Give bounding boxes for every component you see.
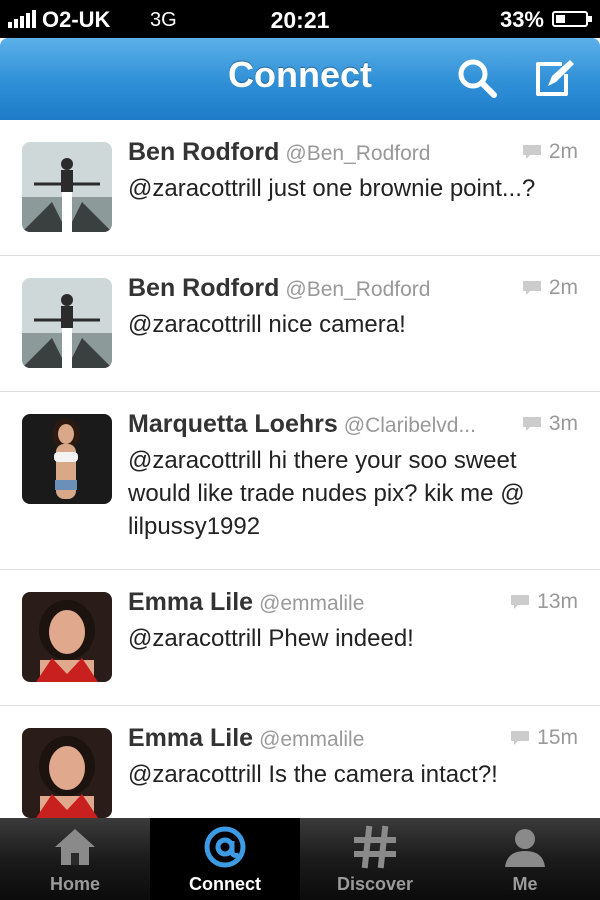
user-handle[interactable]: @emmalile — [259, 728, 364, 751]
tweet-time: 13m — [503, 590, 578, 614]
avatar[interactable] — [22, 728, 112, 818]
tab-discover[interactable]: Discover — [300, 818, 450, 900]
tweet-header: Emma Lile @emmalile 13m — [128, 588, 578, 620]
timestamp: 13m — [537, 590, 578, 613]
conversation-bubble-icon — [511, 595, 530, 609]
user-handle[interactable]: @Ben_Rodford — [285, 142, 430, 165]
person-icon — [505, 829, 545, 867]
conversation-bubble-icon — [522, 145, 541, 159]
tweet-text: @zaracottrill Phew indeed! — [128, 625, 414, 652]
timestamp: 15m — [537, 726, 578, 749]
tweet-header: Ben Rodford @Ben_Rodford 2m — [128, 138, 578, 170]
tweet-item[interactable]: Marquetta Loehrs @Claribelvd... 3m @zarac… — [0, 392, 600, 570]
tab-me[interactable]: Me — [450, 818, 600, 900]
status-bar: O2-UK 3G 20:21 33% — [0, 0, 600, 38]
tweet-item[interactable]: Ben Rodford @Ben_Rodford 2m @zaracottrill… — [0, 120, 600, 256]
battery-icon — [552, 11, 592, 27]
conversation-bubble-icon — [522, 417, 541, 431]
tab-label: Home — [49, 874, 100, 894]
tweet-header: Marquetta Loehrs @Claribelvd... 3m — [128, 410, 578, 442]
avatar[interactable] — [22, 278, 112, 368]
user-handle[interactable]: @Ben_Rodford — [285, 278, 430, 301]
user-name[interactable]: Ben Rodford — [128, 138, 279, 166]
avatar[interactable] — [22, 414, 112, 504]
timestamp: 3m — [548, 412, 578, 435]
home-icon — [55, 829, 95, 865]
tab-connect[interactable]: Connect — [150, 818, 300, 900]
tweet-header: Emma Lile @emmalile 15m — [128, 724, 578, 756]
navigation-bar: Connect — [0, 38, 600, 120]
tweet-text: @zaracottrill Is the camera intact?! — [128, 761, 498, 788]
tweet-text: @zaracottrill hi there your soo sweet wo… — [128, 447, 525, 540]
tweet-text: @zaracottrill nice camera! — [128, 311, 406, 338]
user-name[interactable]: Emma Lile — [128, 724, 253, 752]
timestamp: 2m — [548, 276, 578, 299]
conversation-bubble-icon — [511, 731, 530, 745]
tab-label: Connect — [189, 874, 261, 894]
search-icon[interactable] — [455, 56, 499, 100]
conversation-bubble-icon — [522, 281, 541, 295]
user-handle[interactable]: @Claribelvd... — [344, 414, 476, 437]
battery-percentage: 33% — [499, 7, 544, 32]
hashtag-icon — [354, 825, 396, 869]
tweet-item[interactable]: Emma Lile @emmalile 13m @zaracottrill Phe… — [0, 570, 600, 706]
tweet-time: 2m — [514, 140, 578, 164]
compose-tweet-icon[interactable] — [532, 56, 576, 100]
page-title: Connect — [228, 54, 372, 95]
tweet-time: 15m — [503, 726, 578, 750]
user-name[interactable]: Emma Lile — [128, 588, 253, 616]
avatar[interactable] — [22, 592, 112, 682]
tab-home[interactable]: Home — [0, 818, 150, 900]
timestamp: 2m — [548, 140, 578, 163]
tweet-item[interactable]: Emma Lile @emmalile 15m @zaracottrill Is … — [0, 706, 600, 818]
timeline[interactable]: Ben Rodford @Ben_Rodford 2m @zaracottrill… — [0, 120, 600, 818]
tweet-time: 3m — [514, 412, 578, 436]
tweet-item[interactable]: Ben Rodford @Ben_Rodford 2m @zaracottrill… — [0, 256, 600, 392]
tab-label: Discover — [336, 874, 414, 894]
tweet-time: 2m — [514, 276, 578, 300]
tab-label: Me — [512, 874, 538, 894]
avatar[interactable] — [22, 142, 112, 232]
user-name[interactable]: Ben Rodford — [128, 274, 279, 302]
tweet-text: @zaracottrill just one brownie point...? — [128, 175, 536, 202]
tab-bar: Home Connect Discover Me — [0, 818, 600, 900]
at-icon — [204, 826, 246, 868]
user-name[interactable]: Marquetta Loehrs — [128, 410, 338, 438]
tweet-header: Ben Rodford @Ben_Rodford 2m — [128, 274, 578, 306]
user-handle[interactable]: @emmalile — [259, 592, 364, 615]
